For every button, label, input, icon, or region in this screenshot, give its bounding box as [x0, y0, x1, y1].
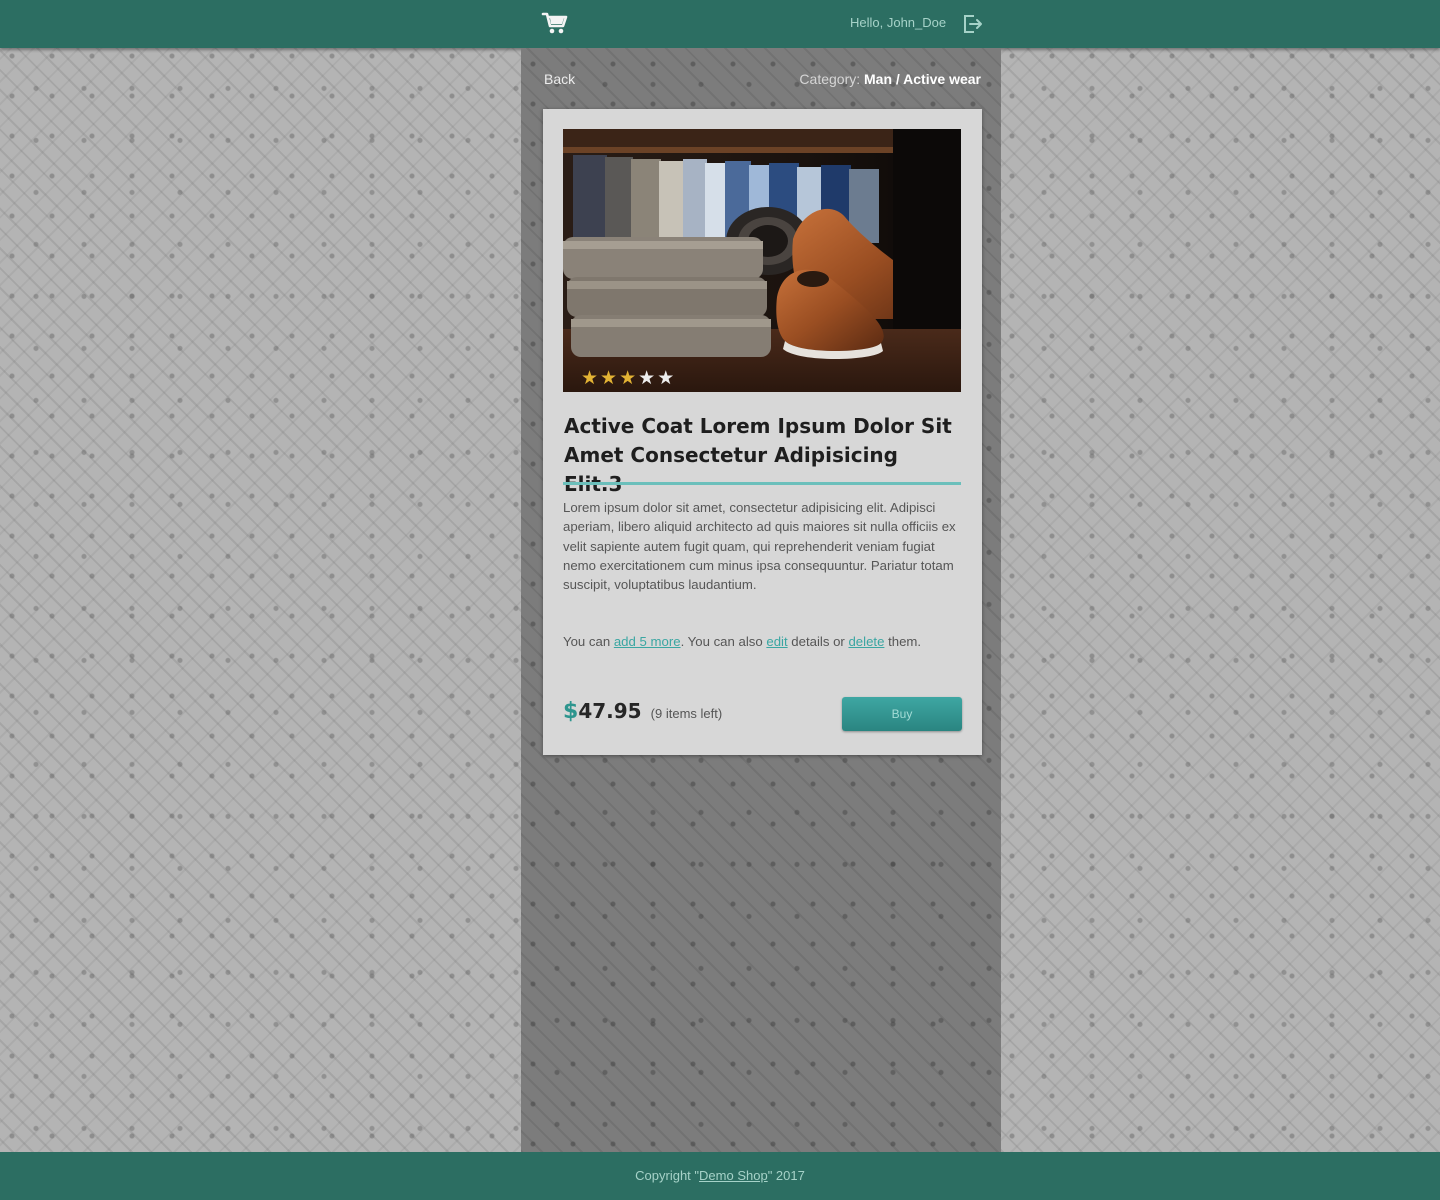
star-filled-icon[interactable]: ★: [619, 369, 636, 388]
sign-out-icon[interactable]: [962, 13, 984, 35]
rating-stars[interactable]: ★ ★ ★ ★ ★: [581, 369, 674, 388]
product-description: Lorem ipsum dolor sit amet, consectetur …: [563, 500, 956, 593]
price-currency: $: [563, 699, 579, 724]
top-navbar: Hello, John_Doe: [0, 0, 1440, 48]
star-empty-icon[interactable]: ★: [657, 369, 674, 388]
star-filled-icon[interactable]: ★: [581, 369, 598, 388]
category-breadcrumb: Category: Man / Active wear: [799, 71, 981, 87]
shopping-cart-icon[interactable]: [541, 9, 569, 37]
price-row: $47.95 (9 items left): [563, 699, 722, 724]
price-amount: 47.95: [578, 699, 642, 723]
delete-link[interactable]: delete: [848, 634, 884, 649]
category-label: Category:: [799, 71, 861, 87]
product-image: ★ ★ ★ ★ ★: [563, 129, 961, 392]
star-filled-icon[interactable]: ★: [600, 369, 617, 388]
user-greeting: Hello, John_Doe: [850, 15, 947, 30]
add-more-link[interactable]: add 5 more: [614, 634, 681, 649]
copyright-suffix: " 2017: [767, 1168, 805, 1183]
star-empty-icon[interactable]: ★: [638, 369, 655, 388]
back-link[interactable]: Back: [544, 71, 575, 87]
demo-shop-link[interactable]: Demo Shop: [699, 1168, 768, 1183]
buy-button[interactable]: Buy: [842, 697, 962, 731]
actions-suffix: them.: [884, 634, 922, 649]
copyright-text: Copyright "Demo Shop" 2017: [635, 1168, 805, 1183]
product-card: ★ ★ ★ ★ ★ Active Coat Lorem Ipsum Dolor Sit …: [543, 109, 982, 755]
stock-note: (9 items left): [650, 706, 723, 721]
title-divider: [563, 482, 961, 485]
footer: Copyright "Demo Shop" 2017: [0, 1152, 1440, 1200]
edit-link[interactable]: edit: [766, 634, 787, 649]
copyright-prefix: Copyright ": [635, 1168, 700, 1183]
actions-prefix: You can: [563, 634, 614, 649]
product-actions-text: You can add 5 more. You can also edit de…: [563, 632, 961, 651]
actions-middle: . You can also: [680, 634, 767, 649]
product-title: Active Coat Lorem Ipsum Dolor Sit Amet C…: [564, 414, 952, 496]
actions-between: details or: [787, 634, 849, 649]
category-value: Man / Active wear: [864, 71, 981, 87]
